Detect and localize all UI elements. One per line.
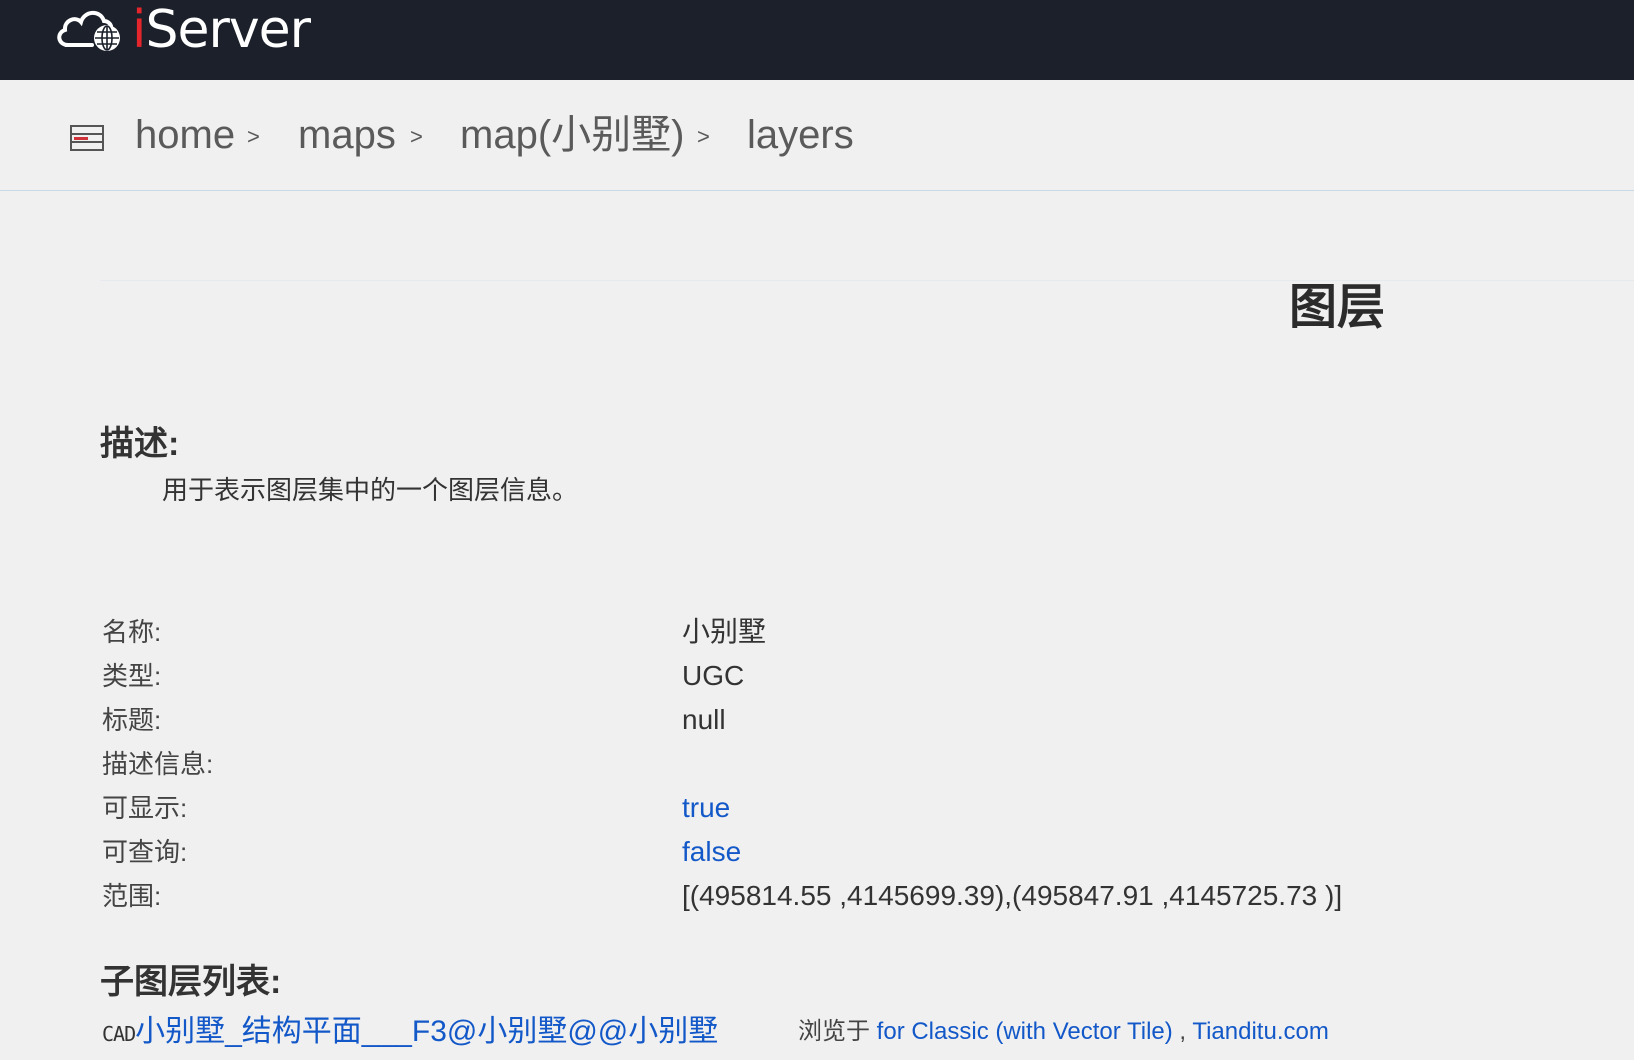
breadcrumb-maps[interactable]: maps	[298, 110, 396, 160]
prop-value-name: 小别墅	[682, 616, 767, 647]
breadcrumb-home[interactable]: home	[135, 110, 235, 160]
breadcrumb-map[interactable]: map(小别墅)	[460, 110, 684, 160]
view-link-classic[interactable]: for Classic (with Vector Tile)	[877, 1018, 1173, 1045]
prop-label-type: 类型:	[102, 661, 162, 691]
prop-label-caption: 标题:	[102, 705, 162, 735]
prop-value-caption: null	[682, 704, 726, 735]
breadcrumb-separator: >	[247, 124, 260, 149]
breadcrumb-layers[interactable]: layers	[747, 110, 854, 160]
top-header: iServer	[0, 0, 1634, 80]
description-heading: 描述:	[100, 425, 180, 463]
description-text: 用于表示图层集中的一个图层信息。	[162, 475, 579, 505]
prop-value-visible[interactable]: true	[682, 792, 730, 824]
prop-label-description: 描述信息:	[102, 749, 214, 779]
prop-value-type: UGC	[682, 660, 745, 691]
content-divider	[100, 280, 1634, 281]
prop-label-bounds: 范围:	[102, 881, 162, 911]
iserver-logo[interactable]: iServer	[54, 0, 311, 60]
view-options: 浏览于 for Classic (with Vector Tile) , Tia…	[798, 1014, 1329, 1050]
cloud-globe-icon	[57, 10, 120, 51]
sublayers-heading: 子图层列表:	[100, 963, 282, 1001]
prop-label-queryable: 可查询:	[102, 837, 188, 867]
page-title: 图层	[1289, 281, 1386, 334]
prop-value-queryable[interactable]: false	[682, 836, 741, 868]
prop-value-bounds: [(495814.55 ,4145699.39),(495847.91 ,414…	[682, 880, 1343, 911]
layer-type-tag: CAD	[102, 1022, 136, 1046]
logo-letter-i: i	[132, 0, 146, 60]
view-link-tianditu[interactable]: Tianditu.com	[1192, 1018, 1329, 1045]
sublayer-link[interactable]: 小别墅_结构平面___F3@小别墅@@小别墅	[135, 1015, 718, 1048]
prop-label-name: 名称:	[102, 617, 162, 647]
view-label: 浏览于	[798, 1018, 870, 1045]
logo-letters: Server	[145, 0, 311, 60]
breadcrumb-separator: >	[410, 124, 423, 149]
view-link-separator: ,	[1179, 1018, 1187, 1045]
breadcrumb-separator: >	[697, 124, 710, 149]
prop-label-visible: 可显示:	[102, 793, 188, 823]
breadcrumb: home > maps > map(小别墅) > layers	[0, 80, 1634, 191]
server-list-icon	[70, 125, 104, 151]
sublayer-item: CAD小别墅_结构平面___F3@小别墅@@小别墅	[102, 1012, 718, 1052]
logo-wordmark: iServer	[132, 0, 311, 60]
